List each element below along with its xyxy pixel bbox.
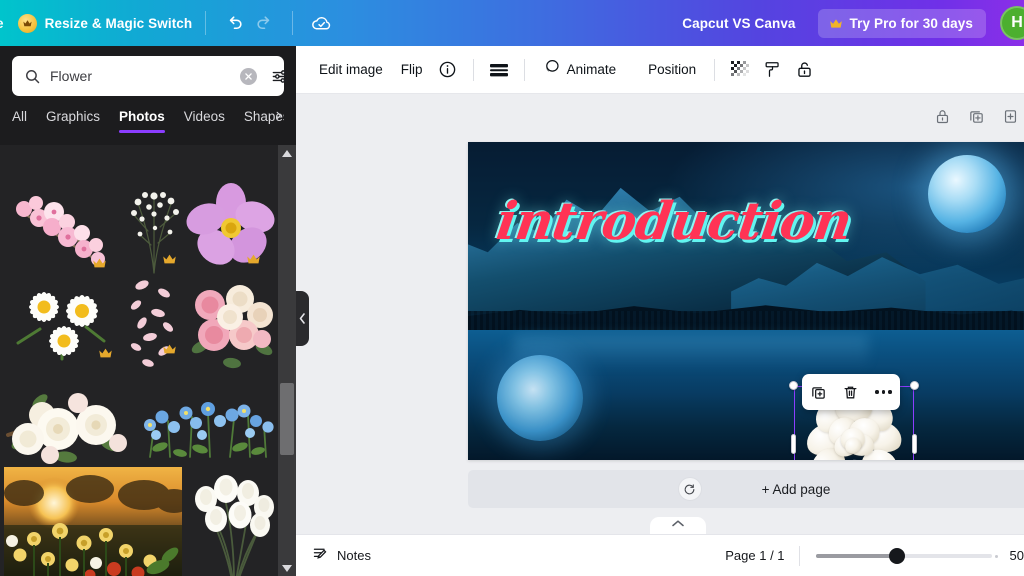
- search-icon: [24, 68, 41, 85]
- list-item[interactable]: [6, 285, 122, 363]
- toolbar-divider-2: [292, 11, 294, 35]
- lock-page-icon[interactable]: [930, 104, 954, 128]
- animate-circle-icon: [543, 58, 561, 81]
- notes-label: Notes: [337, 548, 371, 563]
- add-page-row[interactable]: + Add page: [468, 470, 1024, 508]
- list-item[interactable]: [4, 467, 182, 576]
- zoom-slider-tick: [994, 554, 998, 558]
- tab-photos[interactable]: Photos: [119, 109, 165, 133]
- resize-handle-top-left[interactable]: [789, 381, 798, 390]
- pro-crown-icon: [246, 253, 261, 265]
- page-counter: Page 1 / 1: [725, 548, 785, 563]
- canvas-page-tools: [912, 94, 1022, 138]
- notes-button[interactable]: Notes: [312, 545, 371, 567]
- crown-badge-icon: [17, 13, 37, 33]
- undo-icon[interactable]: [219, 8, 249, 38]
- canva-editor-window: e Resize & Magic Switch Capcut VS Canva: [0, 0, 1024, 576]
- editor-area: Edit image Flip Animate Position introdu…: [296, 46, 1024, 576]
- try-pro-label: Try Pro for 30 days: [849, 15, 973, 31]
- list-item[interactable]: [188, 467, 278, 576]
- more-options-icon[interactable]: [872, 380, 896, 404]
- zoom-percentage[interactable]: 50: [1010, 548, 1024, 563]
- tab-videos[interactable]: Videos: [184, 109, 225, 133]
- tab-graphics[interactable]: Graphics: [46, 109, 100, 133]
- pro-crown-icon: [162, 253, 177, 265]
- resize-handle-right[interactable]: [912, 434, 917, 454]
- pro-crown-icon: [162, 343, 177, 355]
- element-toolbar: Edit image Flip Animate Position: [296, 46, 1024, 94]
- add-page-icon[interactable]: [998, 104, 1022, 128]
- toolbar-divider-c: [714, 58, 716, 81]
- top-bar-left-group: e Resize & Magic Switch: [0, 0, 192, 46]
- edit-image-button[interactable]: Edit image: [310, 56, 392, 83]
- transparency-checker-icon[interactable]: [724, 54, 756, 86]
- list-item[interactable]: [4, 381, 128, 465]
- list-item[interactable]: [140, 387, 276, 459]
- top-bar: e Resize & Magic Switch Capcut VS Canva: [0, 0, 1024, 46]
- collapse-panel-chevron-icon[interactable]: [296, 291, 309, 346]
- capcut-vs-canva-link[interactable]: Capcut VS Canva: [682, 16, 795, 31]
- pro-crown-icon: [829, 18, 843, 29]
- list-item[interactable]: [6, 189, 112, 273]
- element-context-toolbar: [802, 374, 900, 410]
- sidebar-panel: All Graphics Photos Videos Shapes: [0, 46, 296, 576]
- resize-handle-left[interactable]: [791, 434, 796, 454]
- zoom-slider[interactable]: [815, 547, 998, 564]
- zoom-slider-knob[interactable]: [889, 547, 906, 564]
- sync-refresh-icon[interactable]: [677, 477, 702, 501]
- toolbar-divider-b: [523, 58, 525, 81]
- clear-icon[interactable]: [240, 67, 257, 85]
- scroll-up-arrow-icon[interactable]: [278, 145, 296, 161]
- paint-roller-icon[interactable]: [756, 54, 788, 86]
- clipped-menu-text: e: [0, 16, 4, 31]
- category-tabs: All Graphics Photos Videos Shapes: [0, 96, 296, 133]
- pro-crown-icon: [98, 347, 113, 359]
- sidebar-scrollbar[interactable]: [278, 145, 296, 576]
- search-box[interactable]: [12, 56, 288, 96]
- duplicate-icon[interactable]: [806, 380, 830, 404]
- toolbar-divider-a: [472, 58, 474, 81]
- headline-text[interactable]: introduction: [492, 191, 1024, 252]
- position-button[interactable]: Position: [639, 56, 705, 83]
- resize-handle-top-right[interactable]: [910, 381, 919, 390]
- resize-magic-switch-button[interactable]: Resize & Magic Switch: [45, 16, 193, 31]
- trash-icon[interactable]: [839, 380, 863, 404]
- transparency-bars-icon[interactable]: [483, 54, 515, 86]
- animate-button[interactable]: Animate: [534, 52, 626, 87]
- bottom-status-bar: Notes Page 1 / 1 50: [296, 534, 1024, 576]
- search-input[interactable]: [50, 68, 231, 84]
- tab-all[interactable]: All: [12, 109, 27, 133]
- add-page-label[interactable]: + Add page: [762, 482, 831, 497]
- design-canvas-page[interactable]: introduction: [468, 142, 1024, 460]
- chevron-up-icon[interactable]: [650, 517, 706, 534]
- bottom-bar-divider: [798, 545, 800, 566]
- list-item[interactable]: [186, 183, 276, 273]
- flip-button[interactable]: Flip: [392, 56, 432, 83]
- list-item[interactable]: [124, 279, 186, 371]
- info-icon[interactable]: [432, 54, 464, 86]
- toolbar-divider-1: [205, 11, 207, 35]
- search-area: [0, 46, 296, 96]
- redo-icon[interactable]: [249, 8, 279, 38]
- chevron-right-icon[interactable]: [273, 110, 284, 123]
- zoom-slider-fill: [815, 553, 893, 558]
- animate-label: Animate: [566, 62, 617, 77]
- try-pro-button[interactable]: Try Pro for 30 days: [817, 8, 986, 38]
- notes-icon: [312, 545, 329, 567]
- list-item[interactable]: [118, 183, 190, 275]
- cloud-saved-icon[interactable]: [306, 8, 336, 38]
- duplicate-page-icon[interactable]: [964, 104, 988, 128]
- moon-reflection: [496, 354, 583, 441]
- filter-sliders-icon[interactable]: [269, 65, 291, 87]
- search-results-grid[interactable]: [0, 145, 278, 576]
- pro-crown-icon: [92, 257, 107, 269]
- list-item[interactable]: [186, 281, 278, 373]
- scroll-down-arrow-icon[interactable]: [278, 560, 296, 576]
- scrollbar-thumb[interactable]: [280, 383, 294, 455]
- avatar[interactable]: H: [1000, 6, 1024, 40]
- unlocked-padlock-icon[interactable]: [788, 54, 820, 86]
